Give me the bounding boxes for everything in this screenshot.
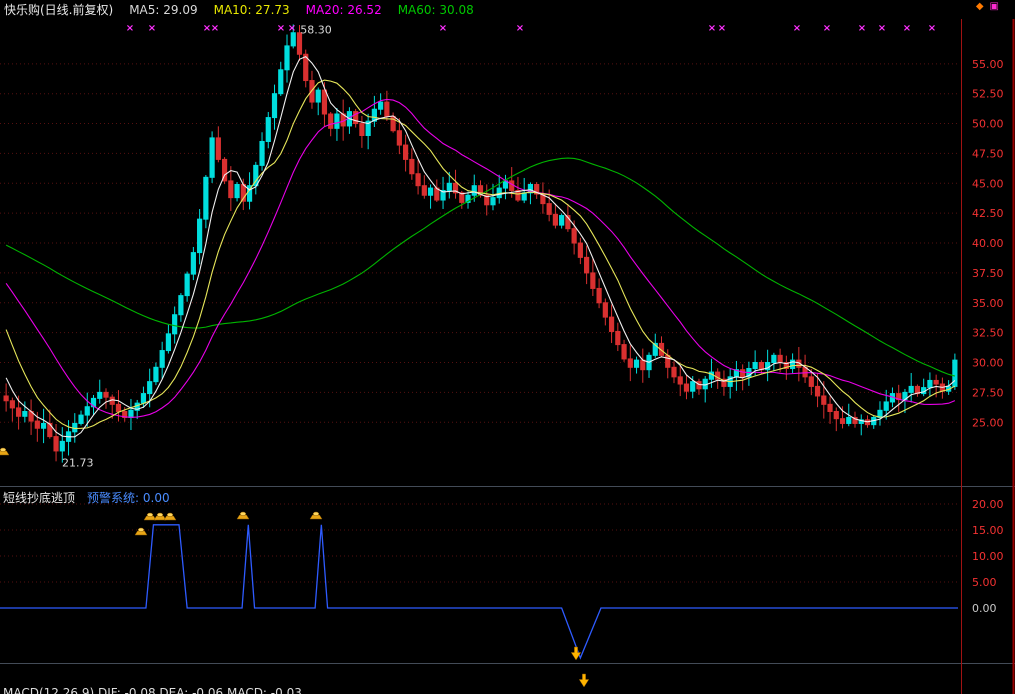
svg-text:32.50: 32.50	[972, 327, 1004, 340]
ma-line-ma10	[6, 80, 955, 428]
trading-app-window: ×××××××××××××××× 55.00 52.50 50.00 47.50 45.0…	[0, 0, 1015, 694]
svg-text:45.00: 45.00	[972, 177, 1004, 190]
svg-text:×: ×	[823, 23, 831, 34]
macd-row-clipped: MACD(12,26,9) DIF: -0.08 DEA: -0.06 MACD…	[3, 686, 302, 694]
svg-text:20.00: 20.00	[972, 498, 1004, 511]
svg-text:×: ×	[516, 23, 524, 34]
titlebar-corner-icons: ◆ ▣	[976, 2, 999, 12]
svg-text:×: ×	[708, 23, 716, 34]
svg-text:37.50: 37.50	[972, 267, 1004, 280]
finger-down-icon	[579, 674, 589, 687]
svg-text:10.00: 10.00	[972, 550, 1004, 563]
svg-text:0.00: 0.00	[972, 602, 997, 615]
indicator-name-label[interactable]: 短线抄底逃顶	[3, 489, 75, 506]
axis-labels: 55.00 52.50 50.00 47.50 45.00 42.50 40.00 37.50…	[62, 23, 1003, 615]
svg-text:×: ×	[211, 23, 219, 34]
svg-text:×: ×	[793, 23, 801, 34]
svg-text:5.00: 5.00	[972, 576, 997, 589]
axes	[962, 0, 1014, 694]
indicator-header: 短线抄底逃顶 预警系统: 0.00	[3, 489, 170, 506]
svg-text:55.00: 55.00	[972, 58, 1004, 71]
svg-text:30.00: 30.00	[972, 357, 1004, 370]
finger-down-icon	[571, 647, 581, 660]
svg-text:×: ×	[126, 23, 134, 34]
layout-grid-icon[interactable]: ▣	[990, 2, 999, 12]
alert-diamond-icon[interactable]: ◆	[976, 2, 984, 12]
svg-text:×: ×	[903, 23, 911, 34]
svg-text:×: ×	[878, 23, 886, 34]
title-bar: 快乐购(日线.前复权) MA5: 29.09 MA10: 27.73 MA20:…	[0, 0, 1015, 19]
svg-text:×: ×	[288, 23, 296, 34]
svg-text:40.00: 40.00	[972, 237, 1004, 250]
svg-text:×: ×	[148, 23, 156, 34]
svg-text:27.50: 27.50	[972, 386, 1004, 399]
stock-title: 快乐购(日线.前复权)	[4, 1, 113, 18]
svg-text:×: ×	[439, 23, 447, 34]
alert-system-value: 预警系统: 0.00	[87, 489, 170, 506]
svg-text:47.50: 47.50	[972, 147, 1004, 160]
svg-text:52.50: 52.50	[972, 88, 1004, 101]
ma20-value-label: MA20: 26.52	[306, 3, 382, 17]
svg-text:15.00: 15.00	[972, 524, 1004, 537]
svg-text:×: ×	[928, 23, 936, 34]
svg-text:50.00: 50.00	[972, 118, 1004, 131]
chart-canvas[interactable]: ×××××××××××××××× 55.00 52.50 50.00 47.50 45.0…	[0, 0, 1015, 694]
ma60-value-label: MA60: 30.08	[398, 3, 474, 17]
svg-text:25.00: 25.00	[972, 416, 1004, 429]
svg-text:21.73: 21.73	[62, 456, 94, 469]
ma5-value-label: MA5: 29.09	[129, 3, 197, 17]
svg-text:×: ×	[858, 23, 866, 34]
ma-line-ma20	[6, 99, 955, 417]
svg-text:35.00: 35.00	[972, 297, 1004, 310]
indicator-line	[0, 525, 958, 658]
signal-markers: ××××××××××××××××	[0, 23, 936, 687]
svg-text:42.50: 42.50	[972, 207, 1004, 220]
svg-text:58.30: 58.30	[300, 23, 332, 36]
panel-separators	[0, 487, 1015, 664]
svg-text:×: ×	[718, 23, 726, 34]
ma10-value-label: MA10: 27.73	[214, 3, 290, 17]
svg-text:×: ×	[277, 23, 285, 34]
